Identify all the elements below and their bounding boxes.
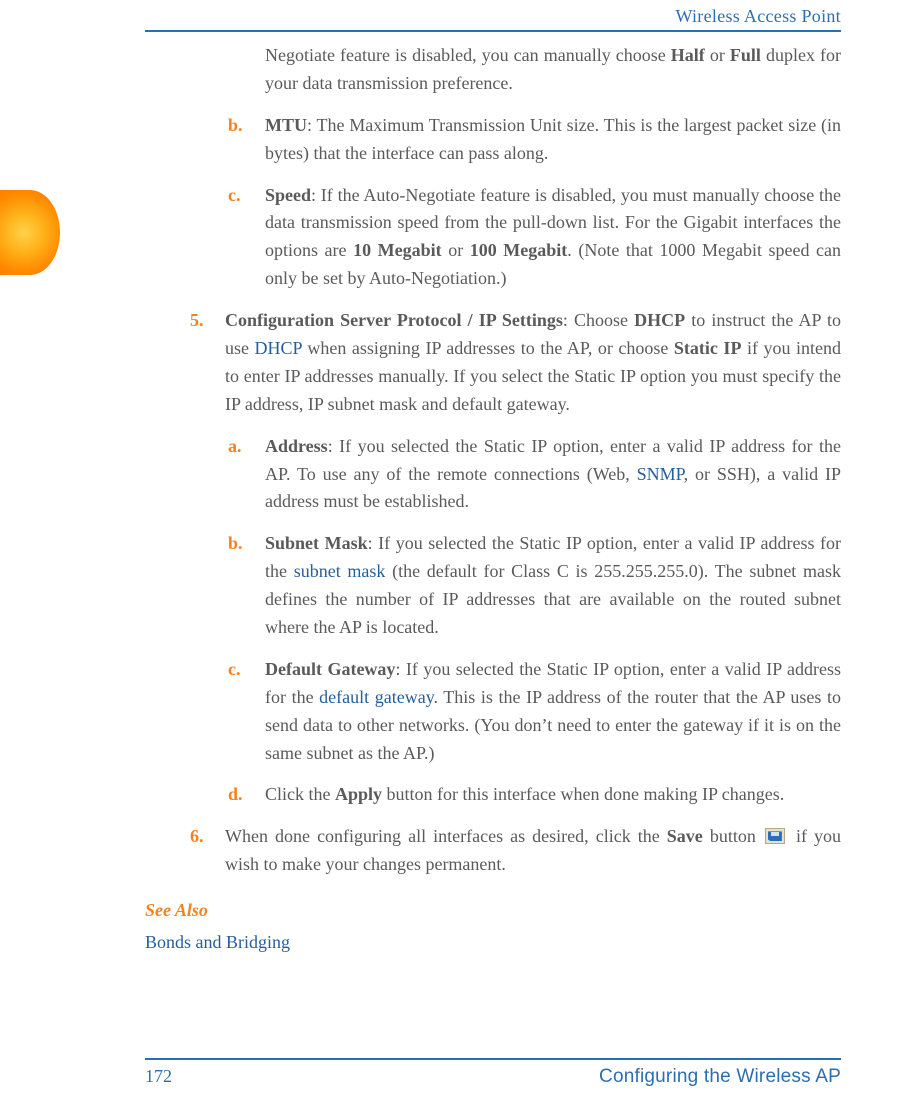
- link-snmp[interactable]: SNMP: [637, 464, 684, 484]
- opt-100mb: 100 Megabit: [470, 240, 568, 260]
- text: When done configuring all interfaces as …: [225, 826, 667, 846]
- text: or: [705, 45, 730, 65]
- list-marker: b.: [228, 112, 243, 140]
- list-marker: 6.: [190, 823, 204, 851]
- list-marker: 5.: [190, 307, 204, 335]
- link-default-gateway[interactable]: default gateway: [319, 687, 433, 707]
- term-address: Address: [265, 436, 328, 456]
- text: button for this interface when done maki…: [382, 784, 784, 804]
- see-also-heading: See Also: [145, 897, 841, 925]
- sub-item-default-gateway: c. Default Gateway: If you selected the …: [145, 656, 841, 768]
- sub-item-mtu: b. MTU: The Maximum Transmission Unit si…: [145, 112, 841, 168]
- page: Wireless Access Point Negotiate feature …: [0, 0, 901, 1114]
- sub-item-subnet-mask: b. Subnet Mask: If you selected the Stat…: [145, 530, 841, 642]
- list-marker: a.: [228, 433, 242, 461]
- sub-item-address: a. Address: If you selected the Static I…: [145, 433, 841, 517]
- text: button: [703, 826, 763, 846]
- header-rule: [145, 30, 841, 32]
- link-bonds-bridging[interactable]: Bonds and Bridging: [145, 932, 290, 952]
- opt-10mb: 10 Megabit: [353, 240, 442, 260]
- sub-item-apply: d. Click the Apply button for this inter…: [145, 781, 841, 809]
- footer-rule: [145, 1058, 841, 1060]
- term-apply: Apply: [335, 784, 382, 804]
- term-save: Save: [667, 826, 703, 846]
- see-also-block: See Also Bonds and Bridging: [145, 897, 841, 957]
- list-marker: d.: [228, 781, 243, 809]
- body-content: Negotiate feature is disabled, you can m…: [145, 42, 841, 957]
- list-marker: b.: [228, 530, 243, 558]
- step-5: 5. Configuration Server Protocol / IP Se…: [145, 307, 841, 419]
- sub-item-speed: c. Speed: If the Auto-Negotiate feature …: [145, 182, 841, 294]
- text: : The Maximum Transmission Unit size. Th…: [265, 115, 841, 163]
- tab-ornament: [0, 190, 60, 275]
- text: : Choose: [563, 310, 634, 330]
- term-subnet-mask: Subnet Mask: [265, 533, 368, 553]
- section-title: Configuring the Wireless AP: [599, 1066, 841, 1088]
- term-dhcp: DHCP: [634, 310, 685, 330]
- step-6: 6. When done configuring all interfaces …: [145, 823, 841, 879]
- text: Click the: [265, 784, 335, 804]
- continuation-paragraph: Negotiate feature is disabled, you can m…: [145, 42, 841, 98]
- term-static-ip: Static IP: [674, 338, 742, 358]
- list-marker: c.: [228, 656, 241, 684]
- term-full: Full: [730, 45, 761, 65]
- footer-row: 172 Configuring the Wireless AP: [145, 1066, 841, 1088]
- term-speed: Speed: [265, 185, 311, 205]
- list-marker: c.: [228, 182, 241, 210]
- running-footer: 172 Configuring the Wireless AP: [145, 1058, 841, 1088]
- text: Negotiate feature is disabled, you can m…: [265, 45, 671, 65]
- text: or: [442, 240, 470, 260]
- term-mtu: MTU: [265, 115, 307, 135]
- term-default-gateway: Default Gateway: [265, 659, 395, 679]
- save-icon: [765, 828, 785, 844]
- term-config-server: Configuration Server Protocol / IP Setti…: [225, 310, 563, 330]
- text: when assigning IP addresses to the AP, o…: [302, 338, 674, 358]
- link-subnet-mask[interactable]: subnet mask: [294, 561, 386, 581]
- page-number: 172: [145, 1066, 172, 1087]
- product-name: Wireless Access Point: [145, 6, 841, 30]
- link-dhcp[interactable]: DHCP: [255, 338, 302, 358]
- term-half: Half: [671, 45, 705, 65]
- running-header: Wireless Access Point: [145, 6, 841, 32]
